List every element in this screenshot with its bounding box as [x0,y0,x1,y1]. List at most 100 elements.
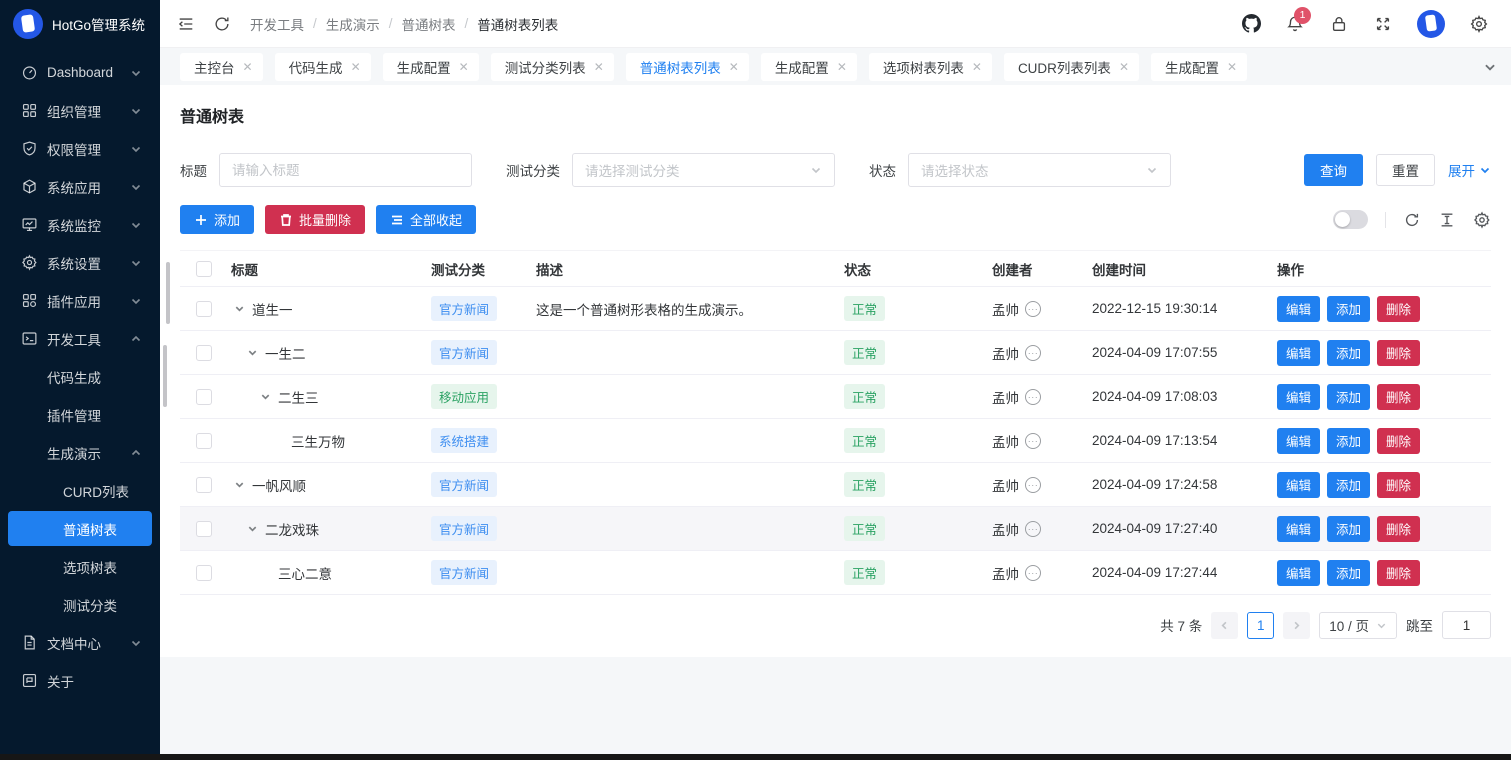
tab-生成配置[interactable]: 生成配置✕ [1151,53,1247,81]
add-button[interactable]: 添加 [180,205,254,234]
row-checkbox[interactable] [196,521,212,537]
row-checkbox[interactable] [196,345,212,361]
batch-delete-button[interactable]: 批量删除 [265,205,365,234]
sidebar-item-系统监控[interactable]: 系统监控 [8,207,152,242]
expand-filters-link[interactable]: 展开 [1448,160,1491,180]
page-size-select[interactable]: 10 / 页 [1319,612,1397,639]
tab-list-dropdown-icon[interactable] [1483,60,1497,74]
tab-close-icon[interactable]: ✕ [837,60,847,74]
content-scrollbar-thumb[interactable] [166,262,170,324]
sidebar-item-系统设置[interactable]: 系统设置 [8,245,152,280]
creator-info-icon[interactable]: ··· [1025,345,1041,361]
tab-close-icon[interactable]: ✕ [972,60,982,74]
tab-close-icon[interactable]: ✕ [351,60,361,74]
page-number-button[interactable]: 1 [1247,612,1274,639]
tab-主控台[interactable]: 主控台✕ [180,53,263,81]
add-child-button[interactable]: 添加 [1327,296,1370,322]
search-button[interactable]: 查询 [1304,154,1363,186]
sidebar-item-权限管理[interactable]: 权限管理 [8,131,152,166]
sidebar-item-Dashboard[interactable]: Dashboard [8,55,152,90]
add-child-button[interactable]: 添加 [1327,472,1370,498]
creator-info-icon[interactable]: ··· [1025,433,1041,449]
edit-row-button[interactable]: 编辑 [1277,516,1320,542]
delete-row-button[interactable]: 删除 [1377,296,1420,322]
creator-info-icon[interactable]: ··· [1025,301,1041,317]
edit-row-button[interactable]: 编辑 [1277,384,1320,410]
sidebar-item-文档中心[interactable]: 文档中心 [8,625,152,660]
add-child-button[interactable]: 添加 [1327,560,1370,586]
tree-expand-icon[interactable] [257,389,273,405]
fullscreen-icon[interactable] [1373,14,1393,34]
tab-CUDR列表列表[interactable]: CUDR列表列表✕ [1004,53,1139,81]
creator-info-icon[interactable]: ··· [1025,477,1041,493]
title-filter-input[interactable] [232,163,459,178]
tab-代码生成[interactable]: 代码生成✕ [275,53,371,81]
sidebar-item-开发工具[interactable]: 开发工具 [8,321,152,356]
edit-row-button[interactable]: 编辑 [1277,340,1320,366]
delete-row-button[interactable]: 删除 [1377,472,1420,498]
delete-row-button[interactable]: 删除 [1377,560,1420,586]
tab-选项树表列表[interactable]: 选项树表列表✕ [869,53,992,81]
notifications-button[interactable]: 1 [1285,14,1305,34]
tab-close-icon[interactable]: ✕ [243,60,253,74]
breadcrumb-item[interactable]: 普通树表列表 [477,14,558,34]
striped-toggle[interactable] [1333,210,1368,229]
sidebar-item-系统应用[interactable]: 系统应用 [8,169,152,204]
row-checkbox[interactable] [196,389,212,405]
tab-生成配置[interactable]: 生成配置✕ [761,53,857,81]
edit-row-button[interactable]: 编辑 [1277,428,1320,454]
github-icon[interactable] [1241,14,1261,34]
tab-测试分类列表[interactable]: 测试分类列表✕ [491,53,614,81]
tab-close-icon[interactable]: ✕ [594,60,604,74]
next-page-button[interactable] [1283,612,1310,639]
tree-expand-icon[interactable] [244,345,260,361]
creator-info-icon[interactable]: ··· [1025,521,1041,537]
select-all-checkbox[interactable] [196,261,212,277]
sidebar-item-组织管理[interactable]: 组织管理 [8,93,152,128]
tab-close-icon[interactable]: ✕ [459,60,469,74]
row-checkbox[interactable] [196,565,212,581]
category-filter-select[interactable]: 请选择测试分类 [572,153,835,187]
settings-gear-icon[interactable] [1469,14,1489,34]
add-child-button[interactable]: 添加 [1327,384,1370,410]
delete-row-button[interactable]: 删除 [1377,384,1420,410]
row-checkbox[interactable] [196,433,212,449]
creator-info-icon[interactable]: ··· [1025,389,1041,405]
delete-row-button[interactable]: 删除 [1377,516,1420,542]
tree-expand-icon[interactable] [244,521,260,537]
sidebar-item-生成演示[interactable]: 生成演示 [8,435,152,470]
row-checkbox[interactable] [196,477,212,493]
app-logo[interactable]: HotGo管理系统 [0,0,160,48]
tree-expand-icon[interactable] [231,477,247,493]
lock-screen-icon[interactable] [1329,14,1349,34]
sidebar-item-插件应用[interactable]: 插件应用 [8,283,152,318]
edit-row-button[interactable]: 编辑 [1277,560,1320,586]
breadcrumb-item[interactable]: 生成演示 [326,14,380,34]
sidebar-item-普通树表[interactable]: 普通树表 [8,511,152,546]
tab-生成配置[interactable]: 生成配置✕ [383,53,479,81]
reset-button[interactable]: 重置 [1376,154,1435,186]
status-filter-select[interactable]: 请选择状态 [908,153,1171,187]
refresh-page-icon[interactable] [212,14,232,34]
collapse-all-button[interactable]: 全部收起 [376,205,476,234]
column-settings-icon[interactable] [1473,211,1491,229]
tree-expand-icon[interactable] [231,301,247,317]
delete-row-button[interactable]: 删除 [1377,428,1420,454]
sidebar-item-CURD列表[interactable]: CURD列表 [8,473,152,508]
add-child-button[interactable]: 添加 [1327,516,1370,542]
tab-close-icon[interactable]: ✕ [729,60,739,74]
user-avatar[interactable] [1417,10,1445,38]
reload-table-icon[interactable] [1403,211,1421,229]
delete-row-button[interactable]: 删除 [1377,340,1420,366]
breadcrumb-item[interactable]: 普通树表 [402,14,456,34]
sidebar-item-测试分类[interactable]: 测试分类 [8,587,152,622]
tab-close-icon[interactable]: ✕ [1227,60,1237,74]
collapse-sidebar-icon[interactable] [176,14,196,34]
prev-page-button[interactable] [1211,612,1238,639]
sidebar-scrollbar-thumb[interactable] [163,345,167,407]
tab-close-icon[interactable]: ✕ [1119,60,1129,74]
row-checkbox[interactable] [196,301,212,317]
add-child-button[interactable]: 添加 [1327,340,1370,366]
row-height-icon[interactable] [1438,211,1456,229]
creator-info-icon[interactable]: ··· [1025,565,1041,581]
